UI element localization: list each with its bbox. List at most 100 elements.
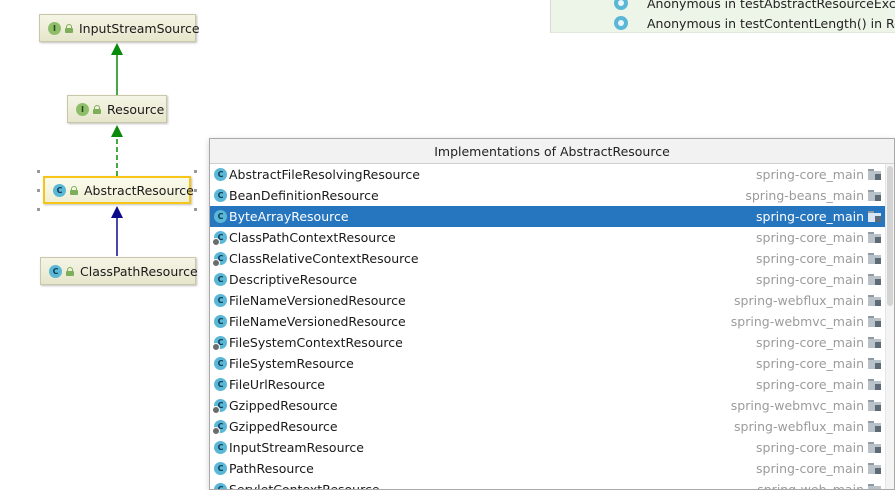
class-icon: C xyxy=(214,357,227,370)
module-folder-icon xyxy=(868,484,881,489)
implementation-name: FileNameVersionedResource xyxy=(229,293,406,308)
implementation-item[interactable]: C InputStreamResource spring-core_main xyxy=(210,437,886,458)
module-name: spring-beans_main xyxy=(745,188,864,203)
module-folder-icon xyxy=(868,442,881,453)
implementation-name: ClassPathContextResource xyxy=(229,230,396,245)
public-lock-icon xyxy=(65,23,73,33)
implementation-item[interactable]: C ByteArrayResource spring-core_main xyxy=(210,206,886,227)
class-icon: C xyxy=(214,210,227,223)
module-name: spring-webmvc_main xyxy=(730,314,864,329)
class-icon: C xyxy=(214,273,227,286)
implementation-name: AbstractFileResolvingResource xyxy=(229,167,420,182)
implementation-item[interactable]: C ClassRelativeContextResource spring-core… xyxy=(210,248,886,269)
module-folder-icon xyxy=(868,190,881,201)
public-lock-icon xyxy=(93,104,101,114)
usage-item[interactable]: Anonymous in testContentLength() in Reso… xyxy=(647,13,895,32)
module-name: spring-core_main xyxy=(756,230,864,245)
module-folder-icon xyxy=(868,295,881,306)
implementation-name: ServletContextResource xyxy=(229,482,380,490)
class-icon: C xyxy=(212,399,227,414)
class-icon: C xyxy=(49,264,62,278)
anonymous-class-icon xyxy=(614,16,628,30)
node-input-stream-source[interactable]: I InputStreamSource xyxy=(39,14,200,42)
implementation-item[interactable]: C PathResource spring-core_main xyxy=(210,458,886,479)
implementation-item[interactable]: C FileSystemContextResource spring-core_ma… xyxy=(210,332,886,353)
implementation-item[interactable]: C FileUrlResource spring-core_main xyxy=(210,374,886,395)
implementation-item[interactable]: C DescriptiveResource spring-core_main xyxy=(210,269,886,290)
class-icon: C xyxy=(214,378,227,391)
selection-handle[interactable] xyxy=(37,208,40,211)
implementation-item[interactable]: C FileNameVersionedResource spring-webmvc_… xyxy=(210,311,886,332)
implementation-item[interactable]: C AbstractFileResolvingResource spring-cor… xyxy=(210,164,886,185)
public-lock-icon xyxy=(70,185,78,195)
implementation-item[interactable]: C ClassPathContextResource spring-core_mai… xyxy=(210,227,886,248)
module-name: spring-webmvc_main xyxy=(730,398,864,413)
selection-handle[interactable] xyxy=(194,170,197,173)
class-icon: C xyxy=(214,315,227,328)
interface-icon: I xyxy=(76,102,89,116)
class-icon: C xyxy=(214,441,227,454)
usage-item[interactable]: Anonymous in testAbstractResourceExcept xyxy=(647,0,895,13)
arrowhead-inputstreamsource xyxy=(111,43,123,55)
class-icon: C xyxy=(212,420,227,435)
class-icon: C xyxy=(53,183,66,197)
class-icon: C xyxy=(214,483,227,489)
module-name: spring-core_main xyxy=(756,377,864,392)
implementation-item[interactable]: C FileNameVersionedResource spring-webflux… xyxy=(210,290,886,311)
class-icon: C xyxy=(214,462,227,475)
popup-scrollbar[interactable] xyxy=(885,164,894,489)
interface-icon: I xyxy=(48,21,61,35)
module-folder-icon xyxy=(868,169,881,180)
implementation-name: FileUrlResource xyxy=(229,377,326,392)
implementation-item[interactable]: C FileSystemResource spring-core_main xyxy=(210,353,886,374)
selection-handle[interactable] xyxy=(37,189,40,192)
module-name: spring-core_main xyxy=(756,209,864,224)
popup-title: Implementations of AbstractResource xyxy=(210,139,894,164)
implementation-item[interactable]: C BeanDefinitionResource spring-beans_main xyxy=(210,185,886,206)
node-label: AbstractResource xyxy=(84,182,194,198)
module-folder-icon xyxy=(868,379,881,390)
anonymous-class-icon xyxy=(614,0,628,10)
arrowhead-abstractresource xyxy=(111,206,123,218)
node-resource[interactable]: I Resource xyxy=(67,95,167,123)
selection-handle[interactable] xyxy=(194,208,197,211)
module-name: spring-core_main xyxy=(756,335,864,350)
implementation-name: GzippedResource xyxy=(229,419,338,434)
implementation-name: FileNameVersionedResource xyxy=(229,314,406,329)
module-folder-icon xyxy=(868,463,881,474)
module-folder-icon xyxy=(868,274,881,285)
node-class-path-resource[interactable]: C ClassPathResource xyxy=(40,257,198,285)
module-folder-icon xyxy=(868,400,881,411)
node-label: ClassPathResource xyxy=(80,263,198,279)
module-name: spring-core_main xyxy=(756,272,864,287)
implementation-name: ClassRelativeContextResource xyxy=(229,251,419,266)
module-folder-icon xyxy=(868,421,881,432)
module-name: spring-web_main xyxy=(757,482,864,490)
module-name: spring-core_main xyxy=(756,356,864,371)
selection-handle[interactable] xyxy=(194,189,197,192)
implementation-name: FileSystemResource xyxy=(229,356,354,371)
arrowhead-resource xyxy=(111,125,123,137)
module-folder-icon xyxy=(868,211,881,222)
class-icon: C xyxy=(212,252,227,267)
module-name: spring-webflux_main xyxy=(734,419,864,434)
selection-handle[interactable] xyxy=(37,170,40,173)
implementation-name: FileSystemContextResource xyxy=(229,335,403,350)
implementation-item[interactable]: C ServletContextResource spring-web_main xyxy=(210,479,886,490)
class-icon: C xyxy=(214,189,227,202)
implementation-item[interactable]: C GzippedResource spring-webflux_main xyxy=(210,416,886,437)
module-folder-icon xyxy=(868,232,881,243)
scrollbar-thumb[interactable] xyxy=(887,166,893,306)
class-icon: C xyxy=(212,231,227,246)
node-abstract-resource[interactable]: C AbstractResource xyxy=(43,176,194,204)
class-icon: C xyxy=(214,294,227,307)
implementations-list[interactable]: C AbstractFileResolvingResource spring-cor… xyxy=(210,164,886,490)
module-name: spring-core_main xyxy=(756,440,864,455)
module-name: spring-webflux_main xyxy=(734,293,864,308)
implementation-name: ByteArrayResource xyxy=(229,209,349,224)
implementation-item[interactable]: C GzippedResource spring-webmvc_main xyxy=(210,395,886,416)
implementation-name: PathResource xyxy=(229,461,314,476)
class-icon: C xyxy=(212,336,227,351)
module-folder-icon xyxy=(868,316,881,327)
module-folder-icon xyxy=(868,358,881,369)
